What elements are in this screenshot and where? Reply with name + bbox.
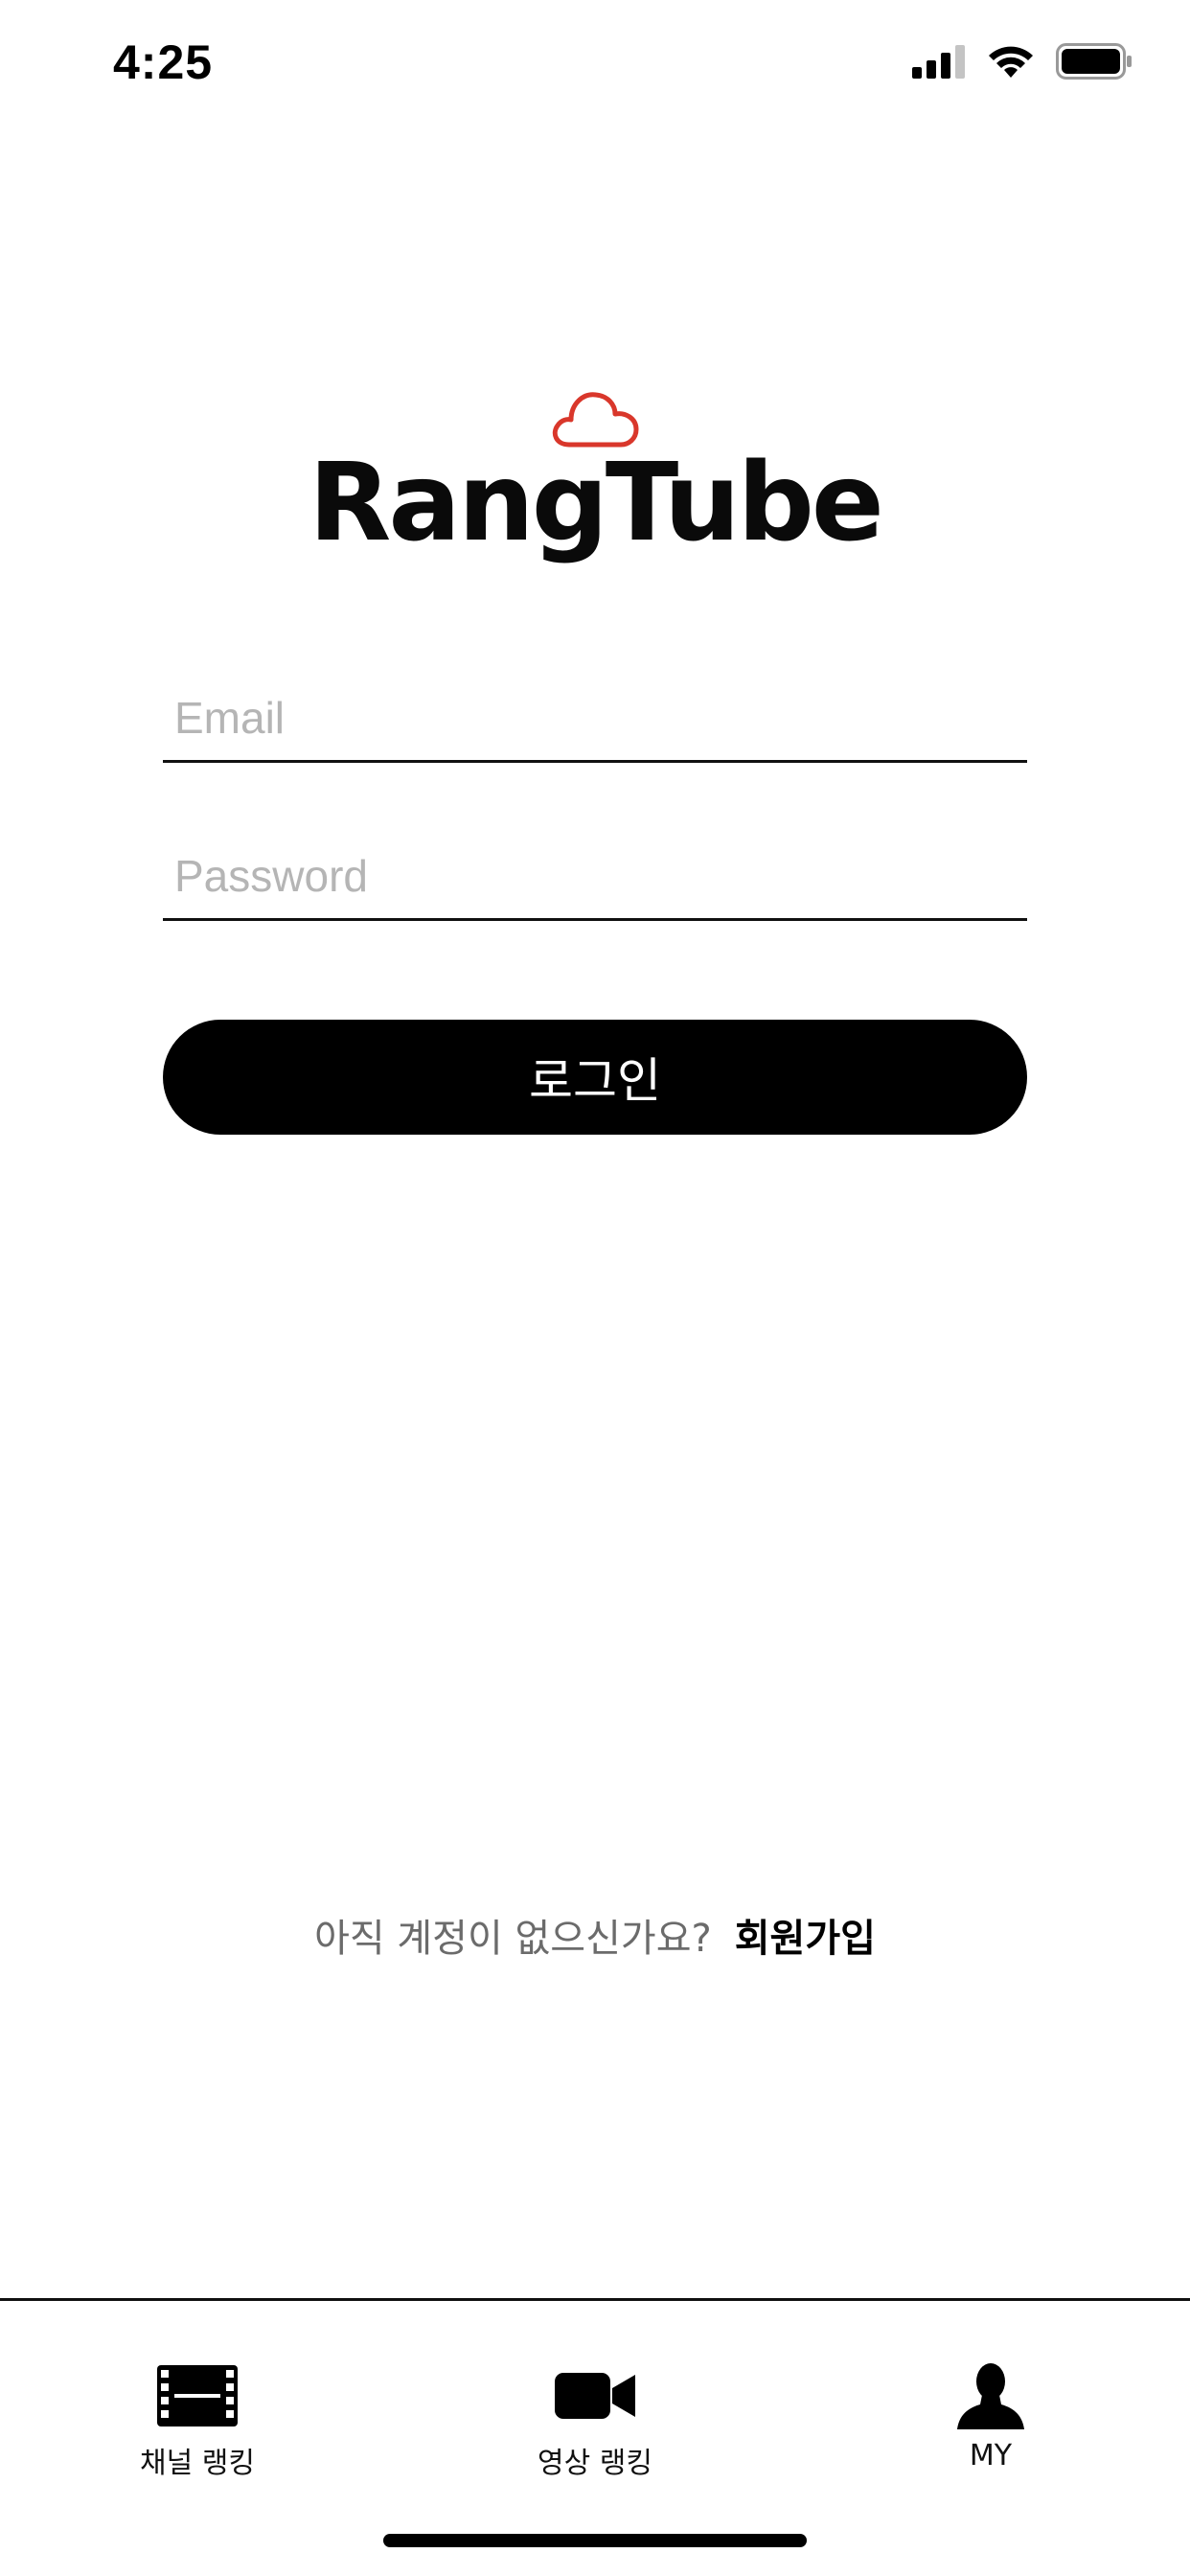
app-logo-text: RangTube [309, 441, 884, 565]
password-field[interactable] [163, 835, 1027, 917]
login-screen: 4:25 RangTube Email 로그인 아직 계정이 없으신가요? 회원… [0, 0, 1190, 2576]
tab-video-ranking[interactable]: 영상 랭킹 [451, 2362, 739, 2481]
tab-label: MY [969, 2439, 1013, 2472]
tab-label: 영상 랭킹 [538, 2447, 652, 2480]
person-icon [957, 2363, 1024, 2429]
app-logo: RangTube [0, 383, 1190, 575]
status-time: 4:25 [113, 35, 214, 89]
login-button[interactable]: 로그인 [163, 1020, 1027, 1135]
tab-label: 채널 랭킹 [140, 2447, 255, 2480]
signup-row: 아직 계정이 없으신가요? 회원가입 [0, 1907, 1190, 1963]
film-icon [157, 2365, 238, 2426]
battery-icon [1056, 42, 1133, 84]
tab-my[interactable]: MY [847, 2362, 1134, 2472]
email-field-container [163, 677, 1027, 763]
status-icons [912, 42, 1133, 84]
signup-prompt: 아직 계정이 없으신가요? [314, 1917, 712, 1961]
home-indicator [383, 2534, 807, 2547]
wifi-icon [987, 43, 1035, 84]
password-field-container [163, 835, 1027, 921]
email-field[interactable] [163, 677, 1027, 759]
signup-link[interactable]: 회원가입 [735, 1907, 876, 1963]
tab-channel-ranking[interactable]: 채널 랭킹 [54, 2362, 341, 2481]
video-camera-icon [555, 2373, 635, 2419]
cellular-signal-icon [912, 44, 966, 83]
